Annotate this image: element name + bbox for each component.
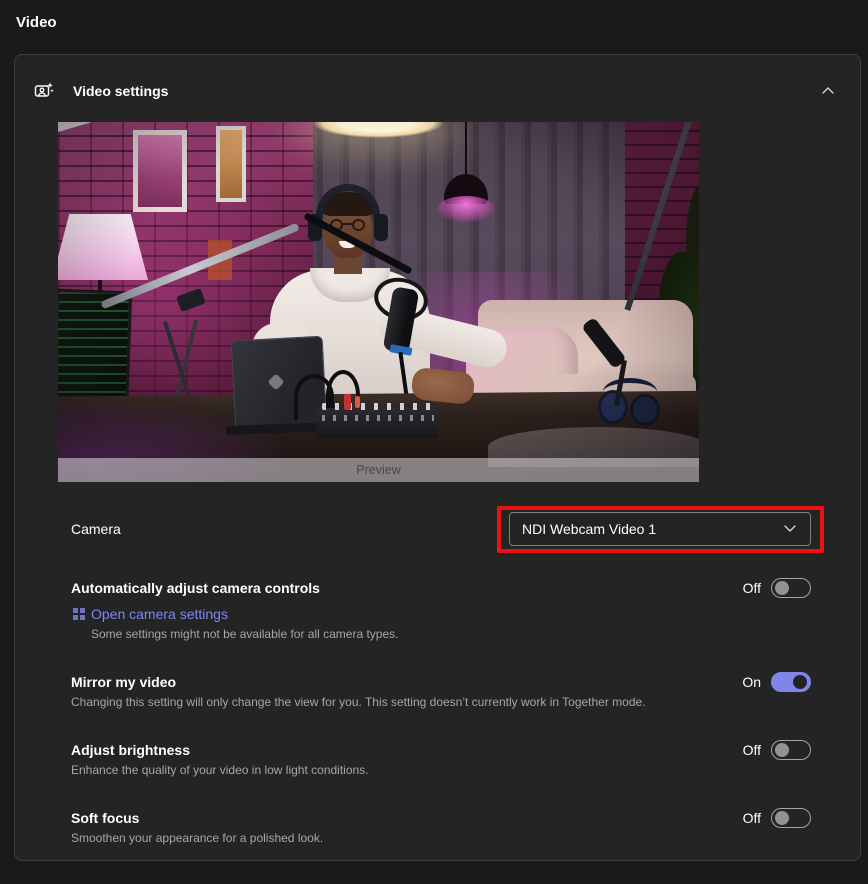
adjust-brightness-toggle[interactable] xyxy=(771,740,811,760)
setting-title: Soft focus xyxy=(71,808,719,828)
toggle-state-label: On xyxy=(742,674,761,690)
toggle-group: Off xyxy=(743,808,811,828)
setting-description: Smoothen your appearance for a polished … xyxy=(71,830,719,846)
windows-icon xyxy=(73,608,85,620)
panel-title: Video settings xyxy=(73,83,168,99)
mirror-my-video-toggle[interactable] xyxy=(771,672,811,692)
collapse-section-button[interactable] xyxy=(818,81,838,101)
setting-description: Some settings might not be available for… xyxy=(91,626,719,642)
video-settings-panel: Video settings xyxy=(14,54,861,861)
setting-row-mirror: Mirror my video Changing this setting wi… xyxy=(71,672,811,710)
auto-adjust-camera-toggle[interactable] xyxy=(771,578,811,598)
toggle-state-label: Off xyxy=(743,742,761,758)
setting-row-brightness: Adjust brightness Enhance the quality of… xyxy=(71,740,811,778)
toggle-group: Off xyxy=(743,740,811,760)
toggle-knob-icon xyxy=(775,581,789,595)
setting-title: Automatically adjust camera controls xyxy=(71,578,719,598)
chevron-up-icon xyxy=(820,87,836,102)
setting-description: Changing this setting will only change t… xyxy=(71,694,718,710)
camera-row: Camera NDI Webcam Video 1 xyxy=(71,512,811,546)
page-title: Video xyxy=(0,0,868,31)
open-camera-settings-line: Open camera settings xyxy=(73,604,719,624)
toggle-state-label: Off xyxy=(743,580,761,596)
toggle-state-label: Off xyxy=(743,810,761,826)
setting-row-main: Soft focus Smoothen your appearance for … xyxy=(71,808,743,846)
toggle-knob-icon xyxy=(793,675,807,689)
setting-row-main: Automatically adjust camera controls Ope… xyxy=(71,578,743,642)
video-settings-page: Video Video settings xyxy=(0,0,868,884)
setting-row-main: Adjust brightness Enhance the quality of… xyxy=(71,740,743,778)
setting-description: Enhance the quality of your video in low… xyxy=(71,762,719,778)
preview-label-bar: Preview xyxy=(58,458,699,482)
panel-header: Video settings xyxy=(15,55,860,101)
open-camera-settings-link[interactable]: Open camera settings xyxy=(91,606,228,622)
toggle-knob-icon xyxy=(775,811,789,825)
preview-label: Preview xyxy=(356,463,400,477)
camera-preview-image: Preview xyxy=(58,122,699,482)
setting-title: Adjust brightness xyxy=(71,740,719,760)
setting-row-soft-focus: Soft focus Smoothen your appearance for … xyxy=(71,808,811,846)
camera-dropdown-wrap: NDI Webcam Video 1 xyxy=(509,512,811,546)
vignette-overlay xyxy=(58,122,699,482)
toggle-knob-icon xyxy=(775,743,789,757)
chevron-down-icon xyxy=(782,520,798,539)
camera-dropdown[interactable]: NDI Webcam Video 1 xyxy=(509,512,811,546)
setting-row-auto-adjust: Automatically adjust camera controls Ope… xyxy=(71,578,811,642)
video-person-sparkle-icon xyxy=(34,81,54,101)
toggle-group: On xyxy=(742,672,811,692)
setting-title: Mirror my video xyxy=(71,672,718,692)
toggle-group: Off xyxy=(743,578,811,598)
camera-selected-value: NDI Webcam Video 1 xyxy=(522,521,656,537)
setting-row-main: Mirror my video Changing this setting wi… xyxy=(71,672,742,710)
soft-focus-toggle[interactable] xyxy=(771,808,811,828)
camera-label: Camera xyxy=(71,521,121,537)
